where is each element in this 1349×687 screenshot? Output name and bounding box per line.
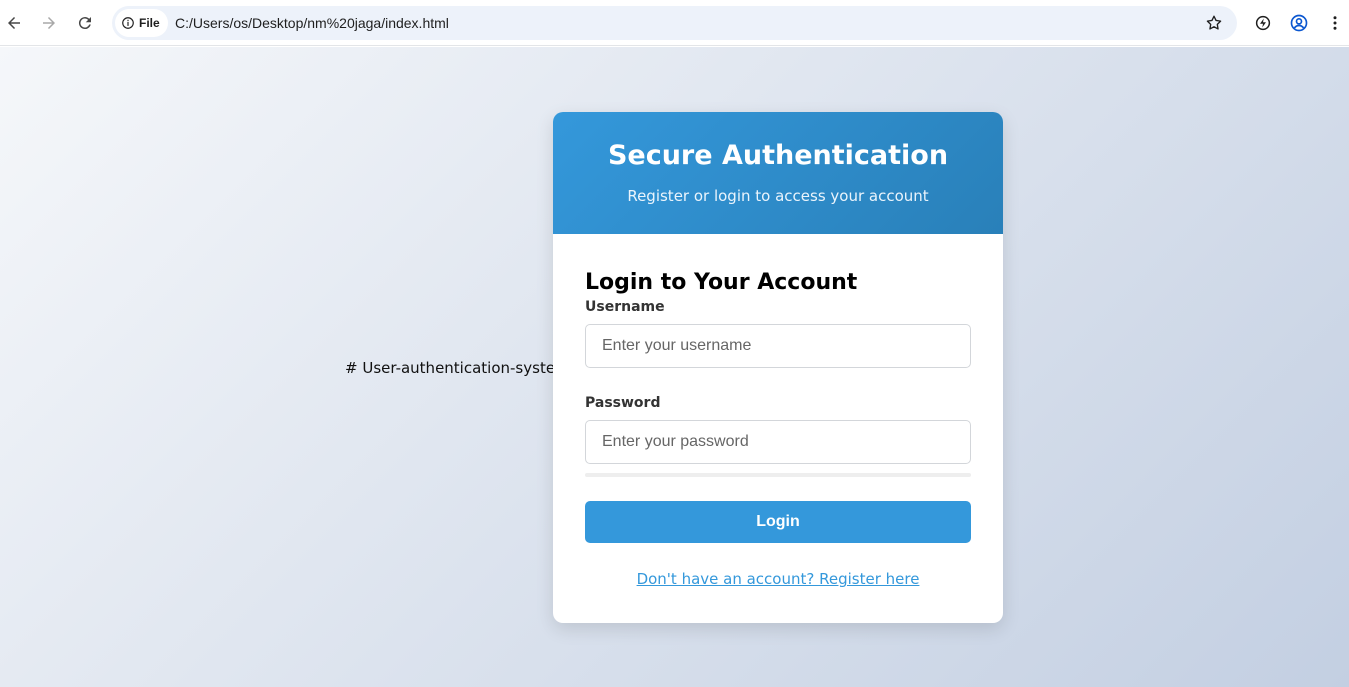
- extension-button[interactable]: [1252, 12, 1274, 34]
- readme-heading-text: # User-authentication-system: [345, 359, 570, 377]
- login-form: Login to Your Account Username Password …: [553, 234, 1003, 588]
- auth-card-header: Secure Authentication Register or login …: [553, 112, 1003, 234]
- url-text[interactable]: C:/Users/os/Desktop/nm%20jaga/index.html: [175, 6, 449, 40]
- profile-icon: [1290, 14, 1308, 32]
- menu-icon: [1333, 16, 1337, 30]
- back-button[interactable]: [2, 11, 26, 35]
- forward-icon: [43, 17, 55, 29]
- auth-title: Secure Authentication: [607, 140, 949, 171]
- page-background: # User-authentication-system Secure Auth…: [0, 47, 1349, 687]
- reload-button[interactable]: [73, 11, 97, 35]
- username-label: Username: [585, 299, 665, 315]
- extension-icon: [1255, 15, 1271, 31]
- form-title: Login to Your Account: [585, 270, 858, 295]
- browser-menu-button[interactable]: [1324, 12, 1346, 34]
- site-info-chip[interactable]: File: [115, 9, 168, 37]
- login-button[interactable]: Login: [585, 501, 971, 543]
- username-input[interactable]: [585, 324, 971, 368]
- password-strength-bar: [585, 473, 971, 477]
- profile-button[interactable]: [1288, 12, 1310, 34]
- browser-toolbar: File C:/Users/os/Desktop/nm%20jaga/index…: [0, 0, 1349, 46]
- reload-icon: [78, 17, 91, 30]
- info-icon: [122, 17, 134, 29]
- back-icon: [8, 17, 20, 29]
- auth-subtitle: Register or login to access your account: [627, 187, 929, 205]
- password-input[interactable]: [585, 420, 971, 464]
- auth-card: Secure Authentication Register or login …: [553, 112, 1003, 623]
- password-label: Password: [585, 395, 661, 411]
- star-icon[interactable]: [1205, 14, 1223, 32]
- forward-button[interactable]: [37, 11, 61, 35]
- address-bar[interactable]: File C:/Users/os/Desktop/nm%20jaga/index…: [112, 6, 1237, 40]
- site-info-label: File: [139, 16, 160, 30]
- register-link[interactable]: Don't have an account? Register here: [585, 570, 971, 588]
